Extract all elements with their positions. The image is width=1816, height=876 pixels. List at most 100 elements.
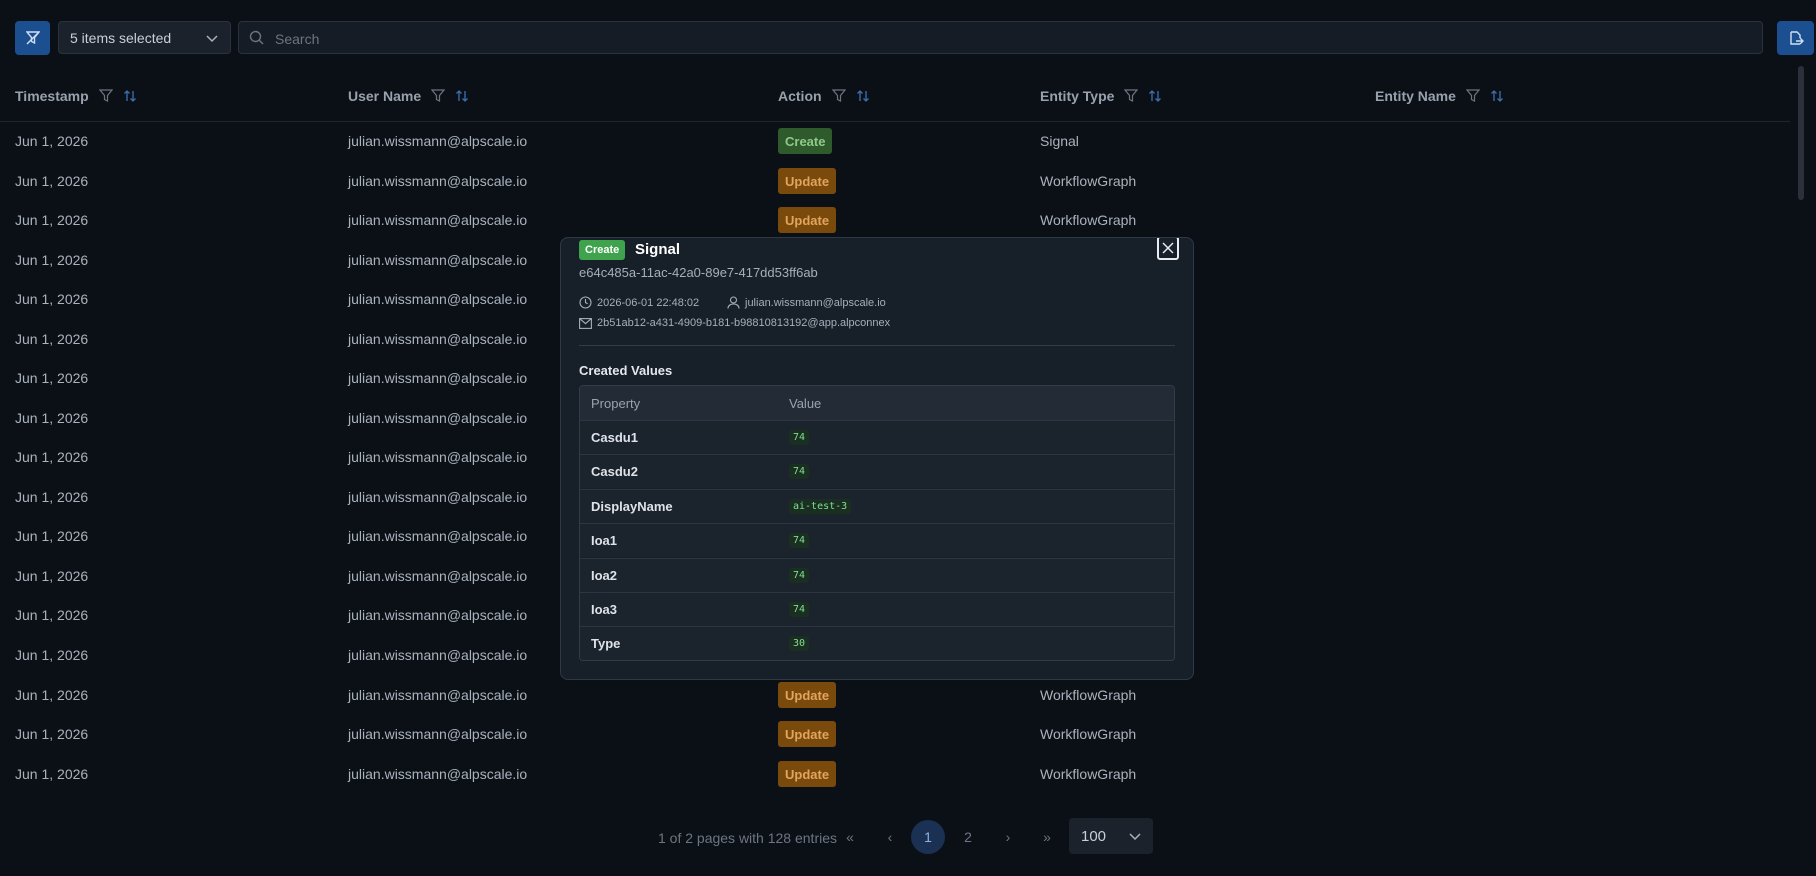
cell-entity-type: WorkflowGraph [1040,687,1137,703]
filter-icon[interactable] [1465,89,1480,103]
action-badge: Create [579,240,626,260]
table-row[interactable]: Jun 1, 2026 julian.wissmann@alpscale.io Up… [0,675,1790,715]
column-label: User Name [348,88,422,104]
sort-icon[interactable] [123,89,137,103]
action-badge: Update [778,761,837,787]
column-label: Entity Name [1375,88,1456,104]
cell-timestamp: Jun 1, 2026 [15,252,89,268]
cell-timestamp: Jun 1, 2026 [15,410,89,426]
cell-entity-type: WorkflowGraph [1040,173,1137,189]
divider [579,345,1175,346]
cell-user-name: julian.wissmann@alpscale.io [348,410,528,426]
table-row[interactable]: Jun 1, 2026 julian.wissmann@alpscale.io Up… [0,200,1790,240]
property-value: 74 [789,430,810,445]
next-page-button[interactable]: › [991,820,1025,854]
pagination: 1 of 2 pages with 128 entries « ‹ 1 2 › … [0,818,1816,854]
email-value: 2b51ab12-a431-4909-b181-b98810813192@app… [597,317,891,329]
action-badge: Update [778,207,837,233]
mail-icon [579,317,592,329]
cell-timestamp: Jun 1, 2026 [15,607,89,623]
page-size-select[interactable]: 100 [1069,818,1153,854]
filter-icon[interactable] [1124,89,1139,103]
sort-icon[interactable] [1490,89,1504,103]
sort-icon[interactable] [1148,89,1162,103]
close-button[interactable] [1157,238,1179,260]
cell-user-name: julian.wissmann@alpscale.io [348,568,528,584]
value-row: Ioa2 74 [580,557,1174,592]
column-header-user-name[interactable]: User Name [348,88,469,104]
property-value: 74 [789,567,810,583]
cell-timestamp: Jun 1, 2026 [15,568,89,584]
last-page-button[interactable]: » [1030,820,1064,854]
section-title: Created Values [579,363,673,378]
cell-timestamp: Jun 1, 2026 [15,647,89,663]
filter-icon[interactable] [831,89,846,103]
cell-user-name: julian.wissmann@alpscale.io [348,687,528,703]
property-name: DisplayName [591,498,673,514]
property-name: Casdu2 [591,464,638,480]
value-row: DisplayName ai-test-3 [580,488,1174,523]
table-header: Timestamp User Name Action Entity Type E… [0,70,1790,122]
entity-type-multiselect[interactable]: 5 items selected [58,21,231,54]
entity-id: e64c485a-11ac-42a0-89e7-417dd53ff6ab [579,265,818,280]
table-row[interactable]: Jun 1, 2026 julian.wissmann@alpscale.io Up… [0,754,1790,794]
property-value: 30 [789,636,810,652]
property-name: Casdu1 [591,430,638,445]
clear-filter-button[interactable] [15,21,50,55]
property-name: Ioa3 [591,602,618,617]
table-row[interactable]: Jun 1, 2026 julian.wissmann@alpscale.io Cr… [0,121,1790,161]
values-table-header: Property Value [580,386,1174,420]
cell-timestamp: Jun 1, 2026 [15,766,89,782]
value-row: Type 30 [580,626,1174,660]
action-badge: Update [778,721,837,747]
cell-user-name: julian.wissmann@alpscale.io [348,331,528,347]
close-icon [1162,242,1174,254]
page-button-1[interactable]: 1 [911,820,945,854]
filter-icon[interactable] [98,89,113,103]
cell-timestamp: Jun 1, 2026 [15,133,89,149]
cell-user-name: julian.wissmann@alpscale.io [348,252,528,268]
toolbar: 5 items selected Search [15,21,1814,55]
meta-user: julian.wissmann@alpscale.io [727,296,886,309]
filter-off-icon [25,31,40,45]
column-label: Action [778,88,822,104]
meta-email: 2b51ab12-a431-4909-b181-b98810813192@app… [579,317,890,329]
page-size-value: 100 [1081,828,1107,845]
property-header: Property [591,396,641,411]
table-row[interactable]: Jun 1, 2026 julian.wissmann@alpscale.io Up… [0,714,1790,754]
first-page-button[interactable]: « [833,820,867,854]
cell-user-name: julian.wissmann@alpscale.io [348,726,528,742]
column-header-action[interactable]: Action [778,88,870,104]
sort-icon[interactable] [856,89,870,103]
export-icon [1789,31,1804,45]
column-header-timestamp[interactable]: Timestamp [15,88,137,104]
chevron-down-icon [1129,833,1141,841]
page-button-2[interactable]: 2 [951,820,985,854]
filter-icon[interactable] [431,89,446,103]
column-header-entity-name[interactable]: Entity Name [1375,88,1504,104]
cell-timestamp: Jun 1, 2026 [15,449,89,465]
export-button[interactable] [1777,21,1814,55]
cell-user-name: julian.wissmann@alpscale.io [348,766,528,782]
cell-timestamp: Jun 1, 2026 [15,489,89,505]
search-input[interactable]: Search [238,21,1763,54]
cell-user-name: julian.wissmann@alpscale.io [348,607,528,623]
property-name: Type [591,636,621,652]
cell-timestamp: Jun 1, 2026 [15,687,89,703]
search-icon [249,30,264,45]
user-icon [727,296,740,309]
column-label: Timestamp [15,88,89,104]
value-row: Ioa3 74 [580,592,1174,626]
scrollbar[interactable] [1798,66,1804,200]
action-badge: Create [778,128,833,154]
sort-icon[interactable] [455,89,469,103]
column-header-entity-type[interactable]: Entity Type [1040,88,1162,104]
dialog-title: Signal [635,241,681,258]
cell-entity-type: WorkflowGraph [1040,212,1137,228]
cell-user-name: julian.wissmann@alpscale.io [348,173,528,189]
user-value: julian.wissmann@alpscale.io [745,296,886,309]
table-row[interactable]: Jun 1, 2026 julian.wissmann@alpscale.io Up… [0,161,1790,201]
cell-timestamp: Jun 1, 2026 [15,331,89,347]
created-values-table: Property Value Casdu1 74 Casdu2 74 DisplayNa… [579,385,1175,661]
prev-page-button[interactable]: ‹ [873,820,907,854]
